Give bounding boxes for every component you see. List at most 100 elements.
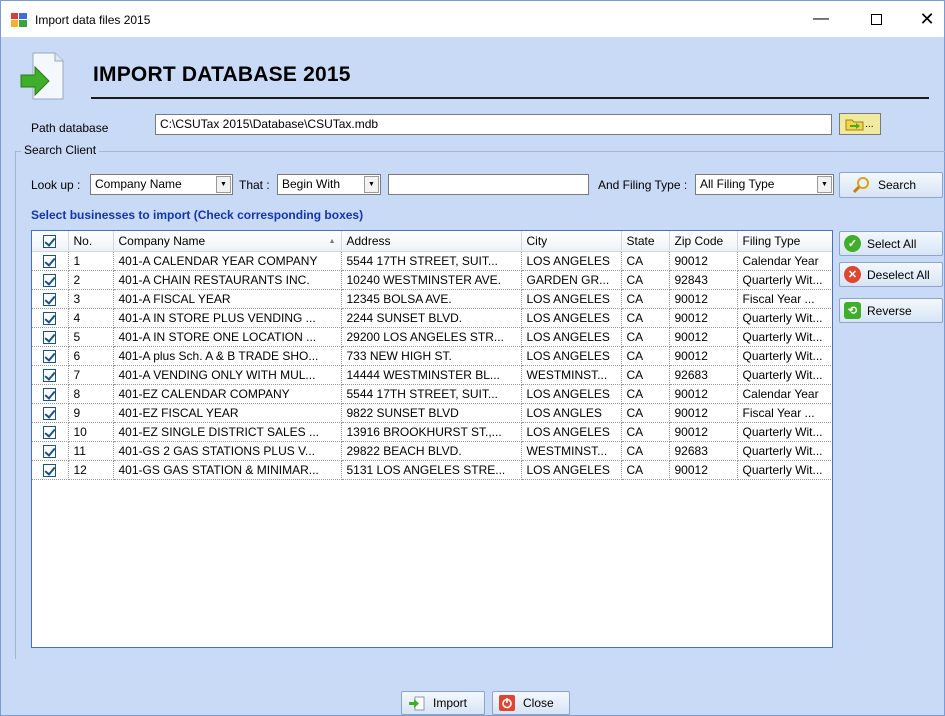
cell-state: CA xyxy=(621,365,670,385)
that-label: That : xyxy=(239,178,270,192)
cell-state: CA xyxy=(621,327,670,347)
path-database-field[interactable]: C:\CSUTax 2015\Database\CSUTax.mdb xyxy=(155,114,832,135)
search-button-label: Search xyxy=(878,178,917,192)
row-checkbox[interactable] xyxy=(43,444,57,458)
business-table: No. Company Name ▲ Address City State Zip… xyxy=(32,231,832,480)
table-row[interactable]: 5 401-A IN STORE ONE LOCATION ... 29200 LO… xyxy=(32,327,832,347)
row-checkbox-cell[interactable] xyxy=(32,346,69,366)
row-checkbox-cell[interactable] xyxy=(32,441,69,461)
cell-zip: 90012 xyxy=(669,403,738,423)
select-all-header-checkbox[interactable] xyxy=(32,231,69,252)
cell-state: CA xyxy=(621,346,670,366)
cell-zip: 92683 xyxy=(669,441,738,461)
cell-zip: 90012 xyxy=(669,422,738,442)
row-checkbox-cell[interactable] xyxy=(32,270,69,290)
checkbox-checked-icon[interactable] xyxy=(43,234,57,248)
filing-type-label: And Filing Type : xyxy=(598,178,688,192)
table-row[interactable]: 3 401-A FISCAL YEAR 12345 BOLSA AVE. LOS AN… xyxy=(32,289,832,309)
path-label: Path database xyxy=(31,121,109,135)
column-header-state[interactable]: State xyxy=(621,231,670,252)
cell-zip: 90012 xyxy=(669,308,738,328)
row-checkbox-cell[interactable] xyxy=(32,251,69,271)
cell-address: 13916 BROOKHURST ST.,... xyxy=(341,422,522,442)
cell-company: 401-EZ FISCAL YEAR xyxy=(113,403,342,423)
cell-address: 5131 LOS ANGELES STRE... xyxy=(341,460,522,480)
row-checkbox[interactable] xyxy=(43,425,57,439)
cell-company: 401-EZ SINGLE DISTRICT SALES ... xyxy=(113,422,342,442)
refresh-arrows-icon: ⟲ xyxy=(844,302,861,319)
maximize-button[interactable] xyxy=(853,1,899,37)
row-checkbox-cell[interactable] xyxy=(32,365,69,385)
table-row[interactable]: 8 401-EZ CALENDAR COMPANY 5544 17TH STREET… xyxy=(32,384,832,404)
match-mode-select[interactable]: Begin With ▼ xyxy=(277,174,381,195)
row-checkbox-cell[interactable] xyxy=(32,384,69,404)
table-row[interactable]: 7 401-A VENDING ONLY WITH MUL... 14444 WES… xyxy=(32,365,832,385)
cell-city: LOS ANGELES xyxy=(521,346,622,366)
chevron-down-icon[interactable]: ▼ xyxy=(216,176,231,193)
browse-button[interactable]: ... xyxy=(839,113,881,135)
cell-filing-type: Fiscal Year ... xyxy=(737,403,832,423)
cell-zip: 90012 xyxy=(669,346,738,366)
cell-no: 11 xyxy=(68,441,114,461)
filing-type-select[interactable]: All Filing Type ▼ xyxy=(695,174,834,195)
chevron-down-icon[interactable]: ▼ xyxy=(364,176,379,193)
row-checkbox[interactable] xyxy=(43,463,57,477)
match-mode-value: Begin With xyxy=(282,177,341,191)
table-row[interactable]: 10 401-EZ SINGLE DISTRICT SALES ... 13916 … xyxy=(32,422,832,442)
cell-zip: 90012 xyxy=(669,327,738,347)
cell-state: CA xyxy=(621,289,670,309)
cell-address: 14444 WESTMINSTER BL... xyxy=(341,365,522,385)
reverse-button[interactable]: ⟲ Reverse xyxy=(839,298,943,323)
row-checkbox[interactable] xyxy=(43,311,57,325)
row-checkbox-cell[interactable] xyxy=(32,460,69,480)
search-input[interactable] xyxy=(388,174,589,195)
column-header-zip[interactable]: Zip Code xyxy=(669,231,738,252)
cell-company: 401-A FISCAL YEAR xyxy=(113,289,342,309)
row-checkbox-cell[interactable] xyxy=(32,289,69,309)
column-header-filing-type[interactable]: Filing Type xyxy=(737,231,832,252)
column-header-address[interactable]: Address xyxy=(341,231,522,252)
column-header-no[interactable]: No. xyxy=(68,231,114,252)
select-all-label: Select All xyxy=(867,236,917,251)
table-row[interactable]: 12 401-GS GAS STATION & MINIMAR... 5131 LO… xyxy=(32,460,832,480)
row-checkbox-cell[interactable] xyxy=(32,327,69,347)
table-row[interactable]: 2 401-A CHAIN RESTAURANTS INC. 10240 WESTM… xyxy=(32,270,832,290)
table-row[interactable]: 1 401-A CALENDAR YEAR COMPANY 5544 17TH ST… xyxy=(32,251,832,271)
cell-zip: 90012 xyxy=(669,289,738,309)
cell-zip: 92843 xyxy=(669,270,738,290)
row-checkbox[interactable] xyxy=(43,292,57,306)
deselect-all-button[interactable]: ✕ Deselect All xyxy=(839,262,943,287)
minimize-button[interactable]: — xyxy=(798,1,844,37)
row-checkbox[interactable] xyxy=(43,254,57,268)
table-row[interactable]: 4 401-A IN STORE PLUS VENDING ... 2244 SUN… xyxy=(32,308,832,328)
close-button[interactable]: Close xyxy=(492,691,570,715)
row-checkbox[interactable] xyxy=(43,368,57,382)
row-checkbox[interactable] xyxy=(43,273,57,287)
table-row[interactable]: 11 401-GS 2 GAS STATIONS PLUS V... 29822 B… xyxy=(32,441,832,461)
cell-company: 401-EZ CALENDAR COMPANY xyxy=(113,384,342,404)
table-row[interactable]: 9 401-EZ FISCAL YEAR 9822 SUNSET BLVD LOS A… xyxy=(32,403,832,423)
lookup-select[interactable]: Company Name ▼ xyxy=(90,174,233,195)
cell-no: 1 xyxy=(68,251,114,271)
app-icon xyxy=(11,13,27,27)
select-all-button[interactable]: ✓ Select All xyxy=(839,231,943,256)
table-row[interactable]: 6 401-A plus Sch. A & B TRADE SHO... 733 N… xyxy=(32,346,832,366)
row-checkbox[interactable] xyxy=(43,349,57,363)
cell-city: LOS ANGELES xyxy=(521,384,622,404)
import-button[interactable]: Import xyxy=(401,691,485,715)
row-checkbox[interactable] xyxy=(43,330,57,344)
row-checkbox[interactable] xyxy=(43,406,57,420)
row-checkbox-cell[interactable] xyxy=(32,308,69,328)
column-header-city[interactable]: City xyxy=(521,231,622,252)
row-checkbox-cell[interactable] xyxy=(32,403,69,423)
table-header-row: No. Company Name ▲ Address City State Zip… xyxy=(32,231,832,252)
close-window-button[interactable]: ✕ xyxy=(904,1,945,37)
row-checkbox-cell[interactable] xyxy=(32,422,69,442)
search-icon xyxy=(852,177,869,194)
row-checkbox[interactable] xyxy=(43,387,57,401)
column-header-company[interactable]: Company Name ▲ xyxy=(113,231,342,252)
chevron-down-icon[interactable]: ▼ xyxy=(817,176,832,193)
cell-no: 10 xyxy=(68,422,114,442)
search-button[interactable]: Search xyxy=(839,172,943,198)
cell-company: 401-GS GAS STATION & MINIMAR... xyxy=(113,460,342,480)
